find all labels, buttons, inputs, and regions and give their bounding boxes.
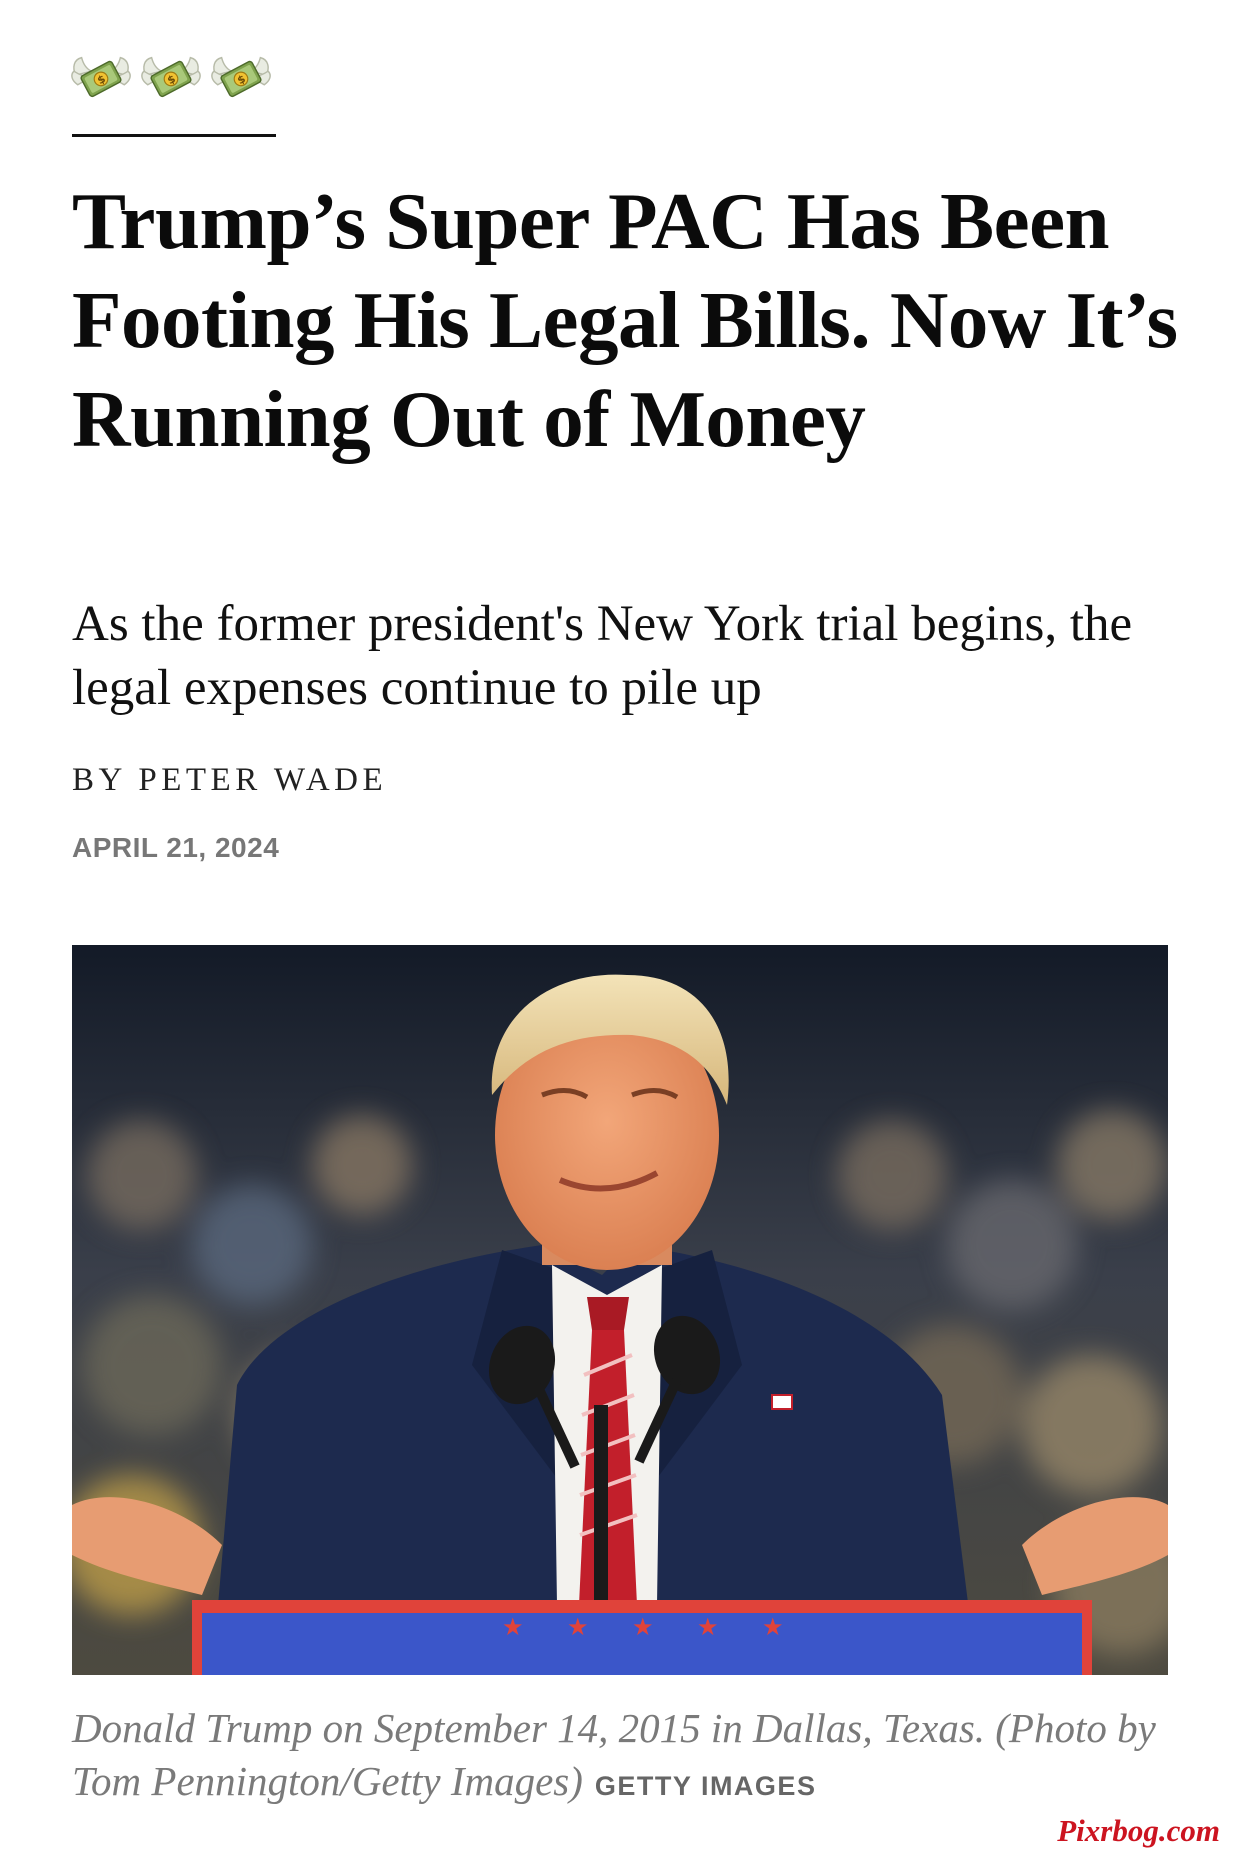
article-photo: ★ ★ ★ ★ ★ bbox=[72, 945, 1168, 1675]
svg-text:★: ★ bbox=[762, 1613, 784, 1641]
article-dek: As the former president's New York trial… bbox=[72, 596, 1133, 716]
site-watermark: Pixrbog.com bbox=[1057, 1813, 1220, 1848]
money-with-wings-icon: $ bbox=[71, 56, 131, 98]
money-with-wings-icon: $ bbox=[211, 56, 271, 98]
svg-text:★: ★ bbox=[502, 1613, 524, 1641]
svg-text:★: ★ bbox=[567, 1613, 589, 1641]
section-divider bbox=[72, 134, 276, 137]
article-byline: BY PETER WADE bbox=[72, 762, 388, 798]
photo-credit: GETTY IMAGES bbox=[594, 1771, 817, 1801]
article-date: APRIL 21, 2024 bbox=[72, 832, 280, 863]
section-emoji-row: $ $ $ bbox=[70, 46, 272, 108]
svg-text:★: ★ bbox=[632, 1613, 654, 1641]
svg-text:★: ★ bbox=[697, 1613, 719, 1641]
article-headline: Trump’s Super PAC Has Been Footing His L… bbox=[72, 176, 1178, 464]
photo-caption: Donald Trump on September 14, 2015 in Da… bbox=[72, 1702, 1182, 1813]
photo-illustration: ★ ★ ★ ★ ★ bbox=[72, 945, 1168, 1675]
money-with-wings-icon: $ bbox=[141, 56, 201, 98]
